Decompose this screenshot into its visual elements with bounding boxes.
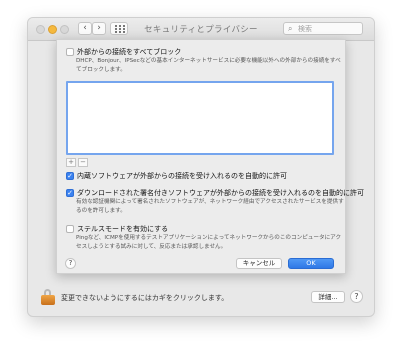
title-bar: ‹ › セキュリティとプライバシー ⌕ 検索 [28,18,374,41]
stealth-mode-checkbox[interactable] [66,225,74,233]
search-placeholder: 検索 [298,25,312,33]
builtin-software-label: 内蔵ソフトウェアが外部からの接続を受け入れるのを自動的に許可 [77,172,287,180]
remove-app-button[interactable]: − [78,158,88,167]
builtin-software-checkbox[interactable]: ✓ [66,172,74,180]
advanced-button[interactable]: 詳細... [311,291,345,303]
sheet-help-button[interactable]: ? [65,258,76,269]
block-all-checkbox[interactable] [66,48,74,56]
ok-button[interactable]: OK [288,258,334,269]
add-app-button[interactable]: + [66,158,76,167]
search-field[interactable]: ⌕ 検索 [283,22,363,35]
signed-software-checkbox[interactable]: ✓ [66,189,74,197]
signed-software-description: 有効な認証機関によって署名されたソフトウェアが、ネットワーク経由でアクセスされた… [76,199,344,214]
cancel-button[interactable]: キャンセル [236,258,282,269]
block-all-label: 外部からの接続をすべてブロック [77,48,182,56]
stealth-mode-label: ステルスモードを有効にする [77,225,169,233]
stealth-mode-description: Pingなど、ICMPを使用するテストアプリケーションによってネットワークからの… [76,235,342,250]
magnifier-icon: ⌕ [288,24,293,33]
lock-hint-text: 変更できないようにするにはカギをクリックします。 [61,294,229,302]
lock-icon[interactable] [41,289,55,305]
signed-software-label: ダウンロードされた署名付きソフトウェアが外部からの接続を受け入れるのを自動的に許… [77,189,364,197]
app-list[interactable] [66,81,334,155]
block-all-description: DHCP、Bonjour、IPSecなどの基本インターネットサービスに必要な機能… [76,58,341,73]
help-button[interactable]: ? [350,290,363,303]
